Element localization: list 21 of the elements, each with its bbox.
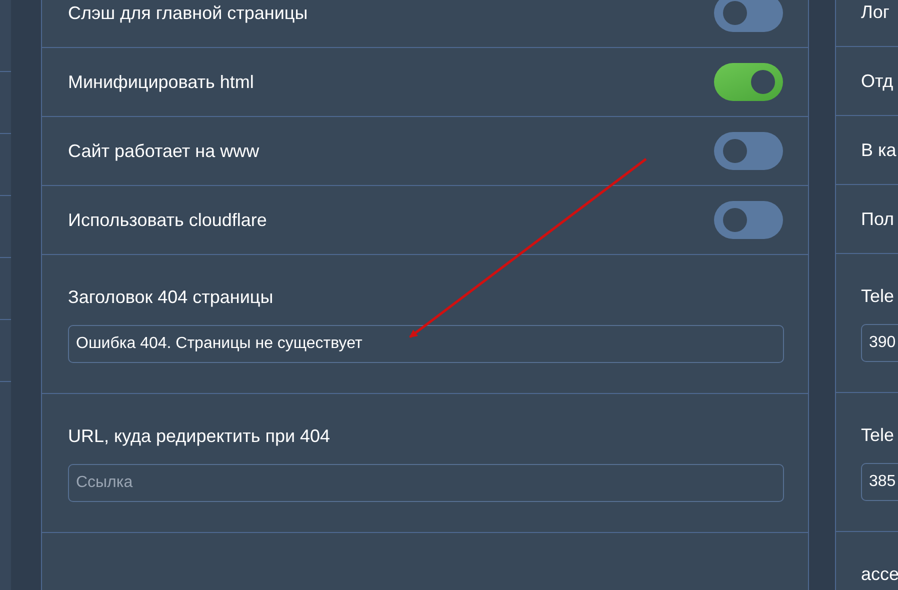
setting-label: Пол <box>861 208 894 230</box>
field-label: Tele <box>861 285 894 307</box>
field-label: URL, куда редиректить при 404 <box>68 425 330 447</box>
toggle-switch[interactable] <box>714 63 783 101</box>
field-label: acce <box>861 563 898 585</box>
text-field[interactable]: 385 <box>861 463 898 501</box>
toggle-switch[interactable] <box>714 132 783 170</box>
setting-label: Лог <box>861 1 890 23</box>
toggle-switch[interactable] <box>714 201 783 239</box>
setting-label: Минифицировать html <box>68 71 254 93</box>
setting-label: Отд <box>861 70 894 92</box>
text-field[interactable]: Ошибка 404. Страницы не существует <box>68 325 784 363</box>
setting-label: Слэш для главной страницы <box>68 2 308 24</box>
setting-label: В ка <box>861 139 896 161</box>
setting-label: Использовать cloudflare <box>68 209 267 231</box>
text-field[interactable]: 390 <box>861 324 898 362</box>
field-label: Tele <box>861 424 894 446</box>
setting-label: Сайт работает на www <box>68 140 260 162</box>
text-field[interactable]: Ссылка <box>68 464 784 502</box>
toggle-switch[interactable] <box>714 0 783 32</box>
field-label: Заголовок 404 страницы <box>68 286 274 308</box>
